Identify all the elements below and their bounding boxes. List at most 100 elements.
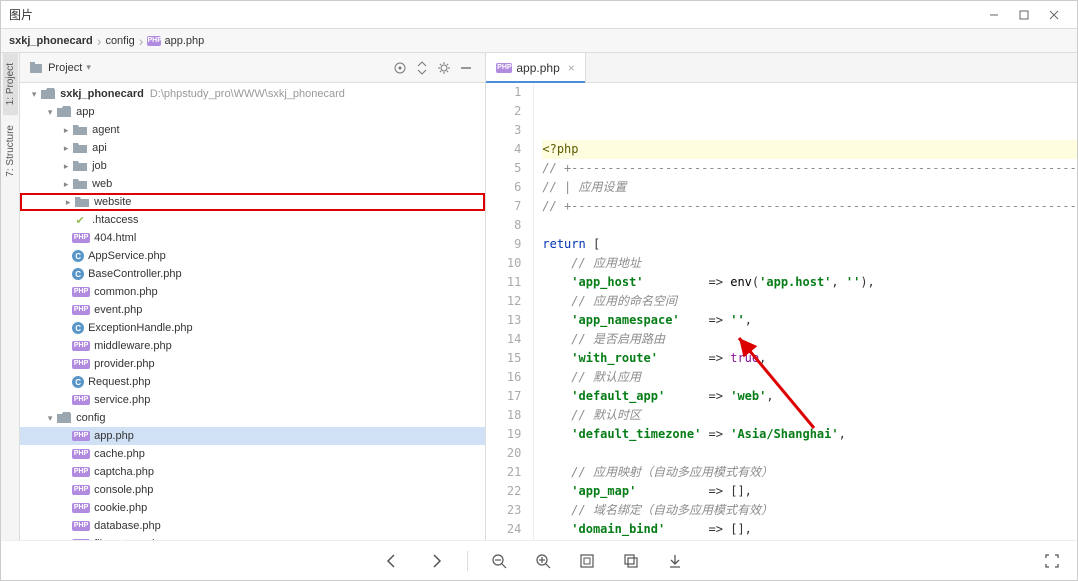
- tree-file[interactable]: CBaseController.php: [20, 265, 485, 283]
- tree-arrow[interactable]: ▸: [60, 124, 72, 136]
- code-line[interactable]: // 应用映射（自动多应用模式有效）: [542, 463, 1077, 482]
- tree-arrow[interactable]: ▾: [28, 88, 40, 100]
- dropdown-icon[interactable]: ▾: [86, 62, 91, 73]
- code-line[interactable]: // 域名绑定（自动多应用模式有效）: [542, 501, 1077, 520]
- tree-arrow[interactable]: [60, 358, 72, 370]
- tree-arrow[interactable]: [60, 250, 72, 262]
- forward-button[interactable]: [423, 548, 449, 574]
- tree-arrow[interactable]: ▾: [44, 412, 56, 424]
- tree-arrow[interactable]: ▾: [44, 106, 56, 118]
- tree-arrow[interactable]: ▸: [60, 142, 72, 154]
- tree-arrow[interactable]: [60, 268, 72, 280]
- code-line[interactable]: 'app_namespace' => '',: [542, 311, 1077, 330]
- code-line[interactable]: <?php: [542, 140, 1077, 159]
- code-line[interactable]: 'with_route' => true,: [542, 349, 1077, 368]
- code-line[interactable]: // 禁止URL访问的应用列表（自动多应用模式有效）: [542, 539, 1077, 540]
- code-line[interactable]: // 默认应用: [542, 368, 1077, 387]
- maximize-button[interactable]: [1009, 5, 1039, 25]
- hide-icon[interactable]: [455, 57, 477, 79]
- tree-arrow[interactable]: [60, 232, 72, 244]
- tree-arrow[interactable]: [60, 340, 72, 352]
- tree-file[interactable]: PHPprovider.php: [20, 355, 485, 373]
- project-tree[interactable]: ▾sxkj_phonecardD:\phpstudy_pro\WWW\sxkj_…: [20, 83, 485, 540]
- zoom-in-button[interactable]: [530, 548, 556, 574]
- tab-app-php[interactable]: PHP app.php ×: [486, 53, 585, 83]
- tree-file[interactable]: CRequest.php: [20, 373, 485, 391]
- download-button[interactable]: [662, 548, 688, 574]
- breadcrumb-root[interactable]: sxkj_phonecard: [9, 35, 93, 47]
- breadcrumb-file[interactable]: app.php: [164, 35, 204, 47]
- tree-file[interactable]: PHPcommon.php: [20, 283, 485, 301]
- breadcrumb-mid[interactable]: config: [105, 35, 134, 47]
- tree-file[interactable]: CExceptionHandle.php: [20, 319, 485, 337]
- actual-size-button[interactable]: [618, 548, 644, 574]
- back-button[interactable]: [379, 548, 405, 574]
- code-line[interactable]: // 应用的命名空间: [542, 292, 1077, 311]
- tree-file[interactable]: PHP404.html: [20, 229, 485, 247]
- tree-arrow[interactable]: [60, 484, 72, 496]
- sidebar-label-structure[interactable]: 7: Structure: [3, 115, 18, 187]
- tree-arrow[interactable]: [60, 466, 72, 478]
- tree-file[interactable]: PHPevent.php: [20, 301, 485, 319]
- code-line[interactable]: // 应用地址: [542, 254, 1077, 273]
- sidebar-label-project[interactable]: 1: Project: [3, 53, 18, 115]
- code-line[interactable]: 'default_timezone' => 'Asia/Shanghai',: [542, 425, 1077, 444]
- code-line[interactable]: 'app_map' => [],: [542, 482, 1077, 501]
- tree-arrow[interactable]: [60, 376, 72, 388]
- fullscreen-button[interactable]: [1039, 548, 1065, 574]
- code-line[interactable]: // | 应用设置: [542, 178, 1077, 197]
- tree-folder-web[interactable]: ▸web: [20, 175, 485, 193]
- tree-file[interactable]: CAppService.php: [20, 247, 485, 265]
- tree-label: cache.php: [94, 448, 145, 460]
- tree-folder-config[interactable]: ▾config: [20, 409, 485, 427]
- tree-folder-website[interactable]: ▸website: [20, 193, 485, 211]
- code-line[interactable]: // +------------------------------------…: [542, 197, 1077, 216]
- code-line[interactable]: 'domain_bind' => [],: [542, 520, 1077, 539]
- tree-arrow[interactable]: [60, 394, 72, 406]
- tree-arrow[interactable]: [60, 448, 72, 460]
- tree-file[interactable]: PHPapp.php: [20, 427, 485, 445]
- tree-folder-app[interactable]: ▾app: [20, 103, 485, 121]
- tree-file[interactable]: PHPcookie.php: [20, 499, 485, 517]
- tree-arrow[interactable]: [60, 214, 72, 226]
- tree-folder-api[interactable]: ▸api: [20, 139, 485, 157]
- tree-arrow[interactable]: [60, 502, 72, 514]
- tree-arrow[interactable]: ▸: [60, 178, 72, 190]
- minimize-button[interactable]: [979, 5, 1009, 25]
- code-line[interactable]: // 默认时区: [542, 406, 1077, 425]
- close-icon[interactable]: ×: [568, 61, 575, 75]
- tree-file[interactable]: ✔.htaccess: [20, 211, 485, 229]
- code-line[interactable]: 'app_host' => env('app.host', ''),: [542, 273, 1077, 292]
- close-button[interactable]: [1039, 5, 1069, 25]
- target-icon[interactable]: [389, 57, 411, 79]
- folder-icon: [40, 87, 56, 101]
- tree-file[interactable]: PHPservice.php: [20, 391, 485, 409]
- code-line[interactable]: [542, 444, 1077, 463]
- code-area[interactable]: <?php// +-------------------------------…: [534, 83, 1077, 540]
- tree-arrow[interactable]: [60, 286, 72, 298]
- gear-icon[interactable]: [433, 57, 455, 79]
- zoom-out-button[interactable]: [486, 548, 512, 574]
- tree-file[interactable]: PHPmiddleware.php: [20, 337, 485, 355]
- code-line[interactable]: return [: [542, 235, 1077, 254]
- tree-arrow[interactable]: [60, 304, 72, 316]
- tree-file[interactable]: PHPconsole.php: [20, 481, 485, 499]
- code-line[interactable]: [542, 216, 1077, 235]
- code-line[interactable]: // +------------------------------------…: [542, 159, 1077, 178]
- code-line[interactable]: 'default_app' => 'web',: [542, 387, 1077, 406]
- fit-button[interactable]: [574, 548, 600, 574]
- tree-arrow[interactable]: ▸: [60, 160, 72, 172]
- tree-file[interactable]: PHPcache.php: [20, 445, 485, 463]
- collapse-icon[interactable]: [411, 57, 433, 79]
- tree-folder-job[interactable]: ▸job: [20, 157, 485, 175]
- editor-body[interactable]: 1234567891011121314151617181920212223242…: [486, 83, 1077, 540]
- tree-file[interactable]: PHPcaptcha.php: [20, 463, 485, 481]
- tree-root[interactable]: ▾sxkj_phonecardD:\phpstudy_pro\WWW\sxkj_…: [20, 85, 485, 103]
- tree-file[interactable]: PHPdatabase.php: [20, 517, 485, 535]
- tree-arrow[interactable]: [60, 322, 72, 334]
- tree-arrow[interactable]: [60, 430, 72, 442]
- code-line[interactable]: // 是否启用路由: [542, 330, 1077, 349]
- tree-folder-agent[interactable]: ▸agent: [20, 121, 485, 139]
- tree-arrow[interactable]: ▸: [62, 196, 74, 208]
- tree-arrow[interactable]: [60, 520, 72, 532]
